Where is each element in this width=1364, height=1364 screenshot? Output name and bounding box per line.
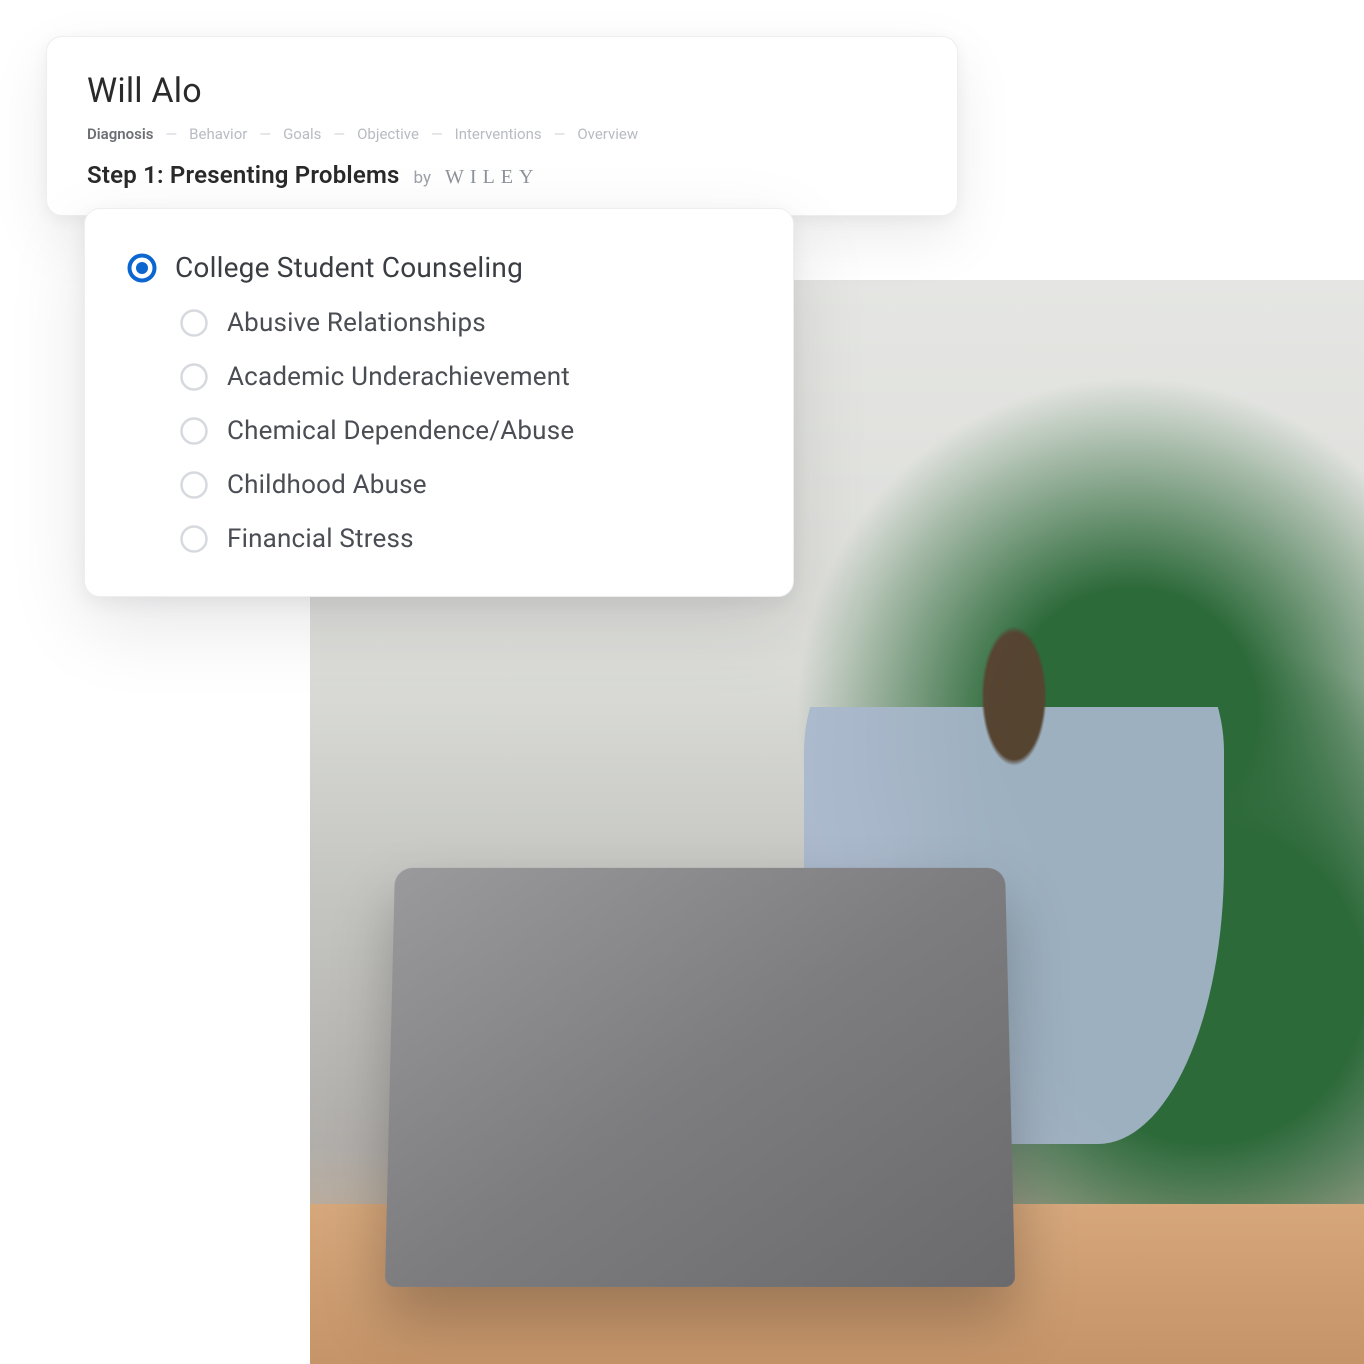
wiley-brand: WILEY [445,166,539,189]
radio-unselected-icon[interactable] [179,470,209,500]
radio-unselected-icon[interactable] [179,308,209,338]
breadcrumb-step-diagnosis[interactable]: Diagnosis [87,125,153,143]
breadcrumb-step-goals[interactable]: Goals [283,125,321,143]
option-child-row[interactable]: Academic Underachievement [127,362,751,392]
option-child-row[interactable]: Childhood Abuse [127,470,751,500]
breadcrumb-step-objective[interactable]: Objective [357,125,419,143]
treatment-plan-header-card: Will Alo Diagnosis — Behavior — Goals — … [46,36,958,216]
step-title-row: Step 1: Presenting Problems by WILEY [87,161,917,189]
step-by-label: by [414,168,432,188]
breadcrumb-step-overview[interactable]: Overview [577,125,638,143]
radio-unselected-icon[interactable] [179,416,209,446]
breadcrumb-separator: — [554,125,566,143]
breadcrumb-separator: — [333,125,345,143]
presenting-problems-options-card: College Student Counseling Abusive Relat… [84,208,794,597]
option-child-row[interactable]: Abusive Relationships [127,308,751,338]
breadcrumb-step-interventions[interactable]: Interventions [455,125,542,143]
radio-selected-icon[interactable] [127,253,157,283]
step-title: Step 1: Presenting Problems [87,161,400,189]
radio-unselected-icon[interactable] [179,524,209,554]
radio-unselected-icon[interactable] [179,362,209,392]
option-parent-label: College Student Counseling [175,251,523,284]
option-child-row[interactable]: Financial Stress [127,524,751,554]
breadcrumb-separator: — [165,125,177,143]
option-child-label: Childhood Abuse [227,470,427,500]
client-name: Will Alo [87,71,917,111]
option-parent-row[interactable]: College Student Counseling [127,251,751,284]
breadcrumb-step-behavior[interactable]: Behavior [189,125,247,143]
breadcrumb: Diagnosis — Behavior — Goals — Objective… [87,125,917,143]
option-child-label: Financial Stress [227,524,414,554]
breadcrumb-separator: — [259,125,271,143]
option-child-label: Chemical Dependence/Abuse [227,416,574,446]
option-child-row[interactable]: Chemical Dependence/Abuse [127,416,751,446]
option-child-label: Academic Underachievement [227,362,570,392]
photo-laptop [385,868,1015,1287]
option-child-label: Abusive Relationships [227,308,486,338]
breadcrumb-separator: — [431,125,443,143]
